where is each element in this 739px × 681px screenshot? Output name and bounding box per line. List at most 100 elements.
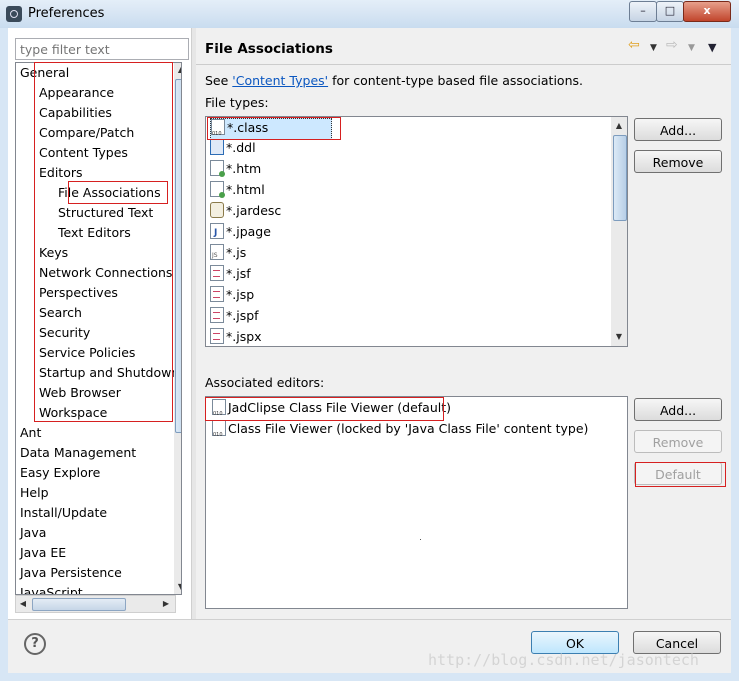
maximize-button[interactable]: □ xyxy=(656,1,684,22)
remove-editor-button[interactable]: Remove xyxy=(634,430,722,453)
tree-item[interactable]: Network Connections xyxy=(39,264,172,282)
footer-separator xyxy=(8,619,731,620)
class-file-icon xyxy=(211,119,225,143)
file-type-row[interactable]: *.js xyxy=(210,244,247,265)
tree-item[interactable]: Service Policies xyxy=(39,344,135,362)
text-file-icon xyxy=(210,328,224,344)
scroll-right-icon[interactable]: ▶ xyxy=(159,597,173,611)
file-type-row[interactable]: *.htm xyxy=(210,160,261,180)
file-type-row[interactable]: *.jsf xyxy=(210,265,251,285)
text-file-icon xyxy=(210,307,224,323)
default-editor-button[interactable]: Default xyxy=(634,462,722,485)
file-type-row[interactable]: *.jardesc xyxy=(210,202,281,222)
back-arrow-icon[interactable]: ⇦ xyxy=(628,37,640,53)
scroll-up-icon[interactable]: ▲ xyxy=(612,119,626,133)
maximize-icon: □ xyxy=(664,4,676,17)
vertical-scroll-thumb[interactable] xyxy=(175,79,181,433)
window-title: Preferences xyxy=(28,6,105,21)
file-type-label: *.jardesc xyxy=(226,203,282,218)
tree-item[interactable]: Install/Update xyxy=(20,504,107,522)
tree-item[interactable]: Startup and Shutdown xyxy=(39,364,179,382)
file-type-row[interactable]: *.jspf xyxy=(210,307,259,327)
tree-item[interactable]: Workspace xyxy=(39,404,107,422)
tree-item[interactable]: File Associations xyxy=(58,184,161,202)
header-separator xyxy=(196,64,731,65)
file-type-label: *.htm xyxy=(226,161,262,176)
editor-row[interactable]: JadClipse Class File Viewer (default) xyxy=(212,399,451,423)
file-types-scrollbar[interactable]: ▲ ▼ xyxy=(611,117,627,346)
tree-item[interactable]: JavaScript xyxy=(20,584,83,594)
tree-item[interactable]: Editors xyxy=(39,164,83,182)
right-pane: File Associations ⇦ ▼ ⇨ ▼ ▼ See 'Content… xyxy=(196,28,731,619)
tree-item[interactable]: Ant xyxy=(20,424,41,442)
tree-item[interactable]: Content Types xyxy=(39,144,128,162)
java-page-icon xyxy=(210,223,224,242)
file-type-row[interactable]: *.jsp xyxy=(210,286,254,306)
tree-item[interactable]: General xyxy=(20,64,69,82)
file-type-row[interactable]: *.jpage xyxy=(210,223,271,243)
scroll-left-icon[interactable]: ◀ xyxy=(16,597,30,611)
forward-menu-icon[interactable]: ▼ xyxy=(688,43,695,53)
tree-item[interactable]: Easy Explore xyxy=(20,464,100,482)
file-types-scroll-thumb[interactable] xyxy=(613,135,627,221)
tree-vertical-scrollbar[interactable]: ▲ ▼ xyxy=(174,63,181,594)
file-type-row[interactable]: *.jspx xyxy=(210,328,262,346)
tree-item[interactable]: Structured Text xyxy=(58,204,153,222)
tree-item[interactable]: Appearance xyxy=(39,84,114,102)
close-button[interactable]: x xyxy=(683,1,731,22)
scroll-down-icon[interactable]: ▼ xyxy=(612,330,626,344)
tree-item[interactable]: Java Persistence xyxy=(20,564,122,582)
watermark-text: http://blog.csdn.net/jasontech xyxy=(428,651,699,669)
back-menu-icon[interactable]: ▼ xyxy=(650,43,657,53)
add-editor-button[interactable]: Add... xyxy=(634,398,722,421)
tree-item[interactable]: Keys xyxy=(39,244,68,262)
text-file-icon xyxy=(210,286,224,302)
file-type-row[interactable]: *.html xyxy=(210,181,265,201)
tree-item[interactable]: Capabilities xyxy=(39,104,112,122)
tree-item[interactable]: Data Management xyxy=(20,444,136,462)
tree-item[interactable]: Text Editors xyxy=(58,224,131,242)
associated-editors-label: Associated editors: xyxy=(205,375,325,390)
editor-label: Class File Viewer (locked by 'Java Class… xyxy=(228,421,589,436)
scroll-up-icon[interactable]: ▲ xyxy=(174,63,181,77)
minimize-icon: – xyxy=(640,4,646,17)
tree-item[interactable]: Java xyxy=(20,524,46,542)
tree-item[interactable]: Security xyxy=(39,324,90,342)
tree-horizontal-scrollbar[interactable]: ◀ ▶ xyxy=(15,595,176,613)
title-bar[interactable]: Preferences – □ x xyxy=(0,0,739,28)
tree-item[interactable]: Java EE xyxy=(20,544,66,562)
tree-item[interactable]: Compare/Patch xyxy=(39,124,134,142)
view-menu-icon[interactable]: ▼ xyxy=(708,41,716,54)
content-types-hint: See 'Content Types' for content-type bas… xyxy=(205,73,583,88)
file-type-label: *.js xyxy=(226,245,247,260)
file-type-label: *.ddl xyxy=(226,140,256,155)
editor-row[interactable]: Class File Viewer (locked by 'Java Class… xyxy=(212,420,589,444)
web-file-icon xyxy=(210,160,225,177)
file-type-label: *.html xyxy=(226,182,265,197)
web-file-icon xyxy=(210,181,225,198)
remove-file-type-button[interactable]: Remove xyxy=(634,150,722,173)
tree-item[interactable]: Help xyxy=(20,484,49,502)
add-file-type-button[interactable]: Add... xyxy=(634,118,722,141)
tree-item[interactable]: Web Browser xyxy=(39,384,121,402)
eclipse-app-icon xyxy=(6,6,22,22)
scroll-down-icon[interactable]: ▼ xyxy=(174,580,181,594)
file-type-label: *.jsf xyxy=(226,266,251,281)
associated-editors-list[interactable]: JadClipse Class File Viewer (default) Cla… xyxy=(205,396,628,609)
jar-desc-icon xyxy=(210,202,224,218)
text-file-icon xyxy=(210,265,224,281)
file-type-label: *.jspx xyxy=(226,329,262,344)
file-type-row[interactable]: *.class xyxy=(210,118,332,143)
forward-arrow-icon[interactable]: ⇨ xyxy=(666,37,678,53)
file-types-list[interactable]: *.class *.ddl *.htm *.html *.jardesc *.jpage *… xyxy=(205,116,628,347)
content-types-link[interactable]: 'Content Types' xyxy=(232,73,328,88)
filter-input[interactable] xyxy=(15,38,189,60)
preferences-window: Preferences – □ x General Appearance Capab… xyxy=(0,0,739,681)
file-types-label: File types: xyxy=(205,95,269,110)
tree-item[interactable]: Search xyxy=(39,304,82,322)
tree-item[interactable]: Perspectives xyxy=(39,284,118,302)
help-icon[interactable]: ? xyxy=(24,633,46,655)
minimize-button[interactable]: – xyxy=(629,1,657,22)
horizontal-scroll-thumb[interactable] xyxy=(32,598,126,611)
file-type-row[interactable]: *.ddl xyxy=(210,139,256,159)
